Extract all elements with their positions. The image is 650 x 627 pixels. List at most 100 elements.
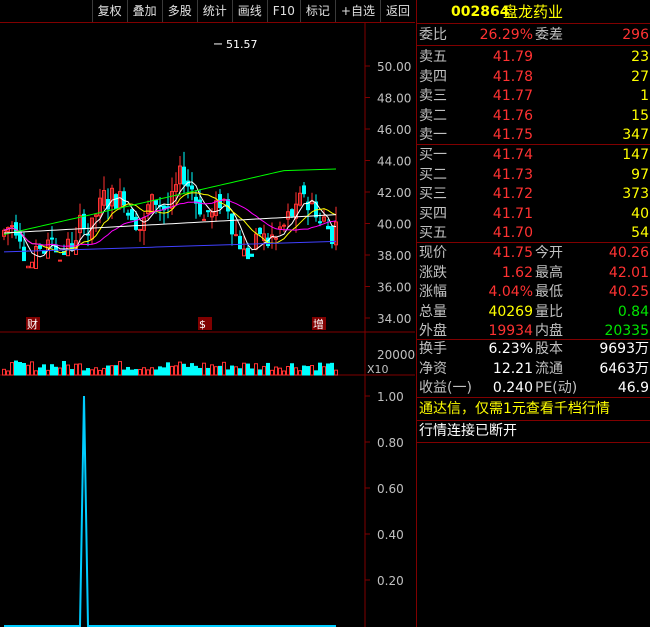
- buy-row: 买四 41.71 40: [417, 204, 650, 224]
- quote-label: 现价: [419, 245, 447, 261]
- sell-price: 41.75: [492, 127, 533, 143]
- candle-body: [230, 213, 234, 235]
- quote-row: 外盘 19934 内盘 20335: [417, 321, 650, 341]
- candle-body: [134, 216, 138, 230]
- candle-body: [126, 212, 130, 216]
- event-marker: 增: [313, 317, 324, 331]
- volume-bar: [106, 365, 110, 376]
- price-tick-label: 40.00: [377, 218, 411, 232]
- fundamental-label: 股本: [535, 341, 563, 357]
- quote-value: 42.01: [608, 264, 649, 281]
- sell-volume: 15: [631, 107, 649, 124]
- chart-area[interactable]: 50.00 48.00 46.00 44.00 42.00 40.00 38.00 36.00…: [0, 22, 415, 627]
- candle-body: [138, 228, 142, 231]
- kline-chart[interactable]: 50.00 48.00 46.00 44.00 42.00 40.00 38.00 36.00…: [0, 22, 415, 627]
- volume-bar: [298, 370, 302, 376]
- volume-tick-label: 20000: [377, 348, 415, 362]
- fundamental-value: 9693万: [599, 341, 649, 357]
- toolbar-button-1[interactable]: 叠加: [126, 0, 162, 22]
- volume-bar: [238, 368, 242, 376]
- candle-body: [258, 227, 262, 235]
- sell-price: 41.79: [492, 49, 533, 65]
- promo-notice[interactable]: 通达信，仅需1元查看千档行情: [419, 398, 610, 420]
- toolbar-button-2[interactable]: 多股: [161, 0, 197, 22]
- price-tick-label: 44.00: [377, 155, 411, 169]
- quote-label: 今开: [535, 245, 563, 261]
- fundamental-row: 收益(一) 0.240 PE(动) 46.9: [417, 378, 650, 398]
- volume-bar: [166, 362, 170, 376]
- sell-row: 卖四 41.78 27: [417, 67, 650, 87]
- volume-bar: [274, 366, 278, 376]
- buy-price: 41.71: [492, 205, 533, 222]
- sell-volume: 347: [622, 127, 649, 143]
- volume-bar: [82, 370, 86, 376]
- volume-bar: [314, 370, 318, 376]
- toolbar-button-0[interactable]: 复权: [91, 0, 127, 22]
- toolbar-button-5[interactable]: F10: [266, 0, 300, 22]
- volume-bar: [38, 367, 42, 376]
- quote-value: 41.75: [492, 245, 533, 261]
- volume-bar: [294, 367, 298, 376]
- volume-bar: [90, 369, 94, 376]
- toolbar-button-3[interactable]: 统计: [196, 0, 232, 22]
- quote-value: 40.26: [608, 245, 649, 261]
- volume-bar: [318, 362, 322, 376]
- buy-label: 买二: [419, 166, 447, 183]
- weibi-label: 委比: [419, 27, 447, 43]
- volume-bar: [54, 366, 58, 376]
- price-tick-label: 34.00: [377, 312, 411, 326]
- sell-row: 卖一 41.75 347: [417, 125, 650, 145]
- volume-bar: [186, 366, 190, 376]
- toolbar-button-8[interactable]: 返回: [379, 0, 415, 22]
- buy-price: 41.70: [492, 225, 533, 241]
- candle-body: [202, 218, 206, 221]
- buy-price: 41.72: [492, 186, 533, 202]
- candle-body: [182, 166, 186, 185]
- volume-bar: [258, 369, 262, 376]
- fundamental-row: 换手 6.23% 股本 9693万: [417, 339, 650, 359]
- toolbar-button-7[interactable]: +自选: [334, 0, 380, 22]
- fundamental-label: 净资: [419, 360, 447, 377]
- indicator-line: [4, 395, 336, 627]
- toolbar-button-4[interactable]: 画线: [231, 0, 267, 22]
- candle-body: [250, 253, 254, 257]
- volume-bar: [146, 369, 150, 376]
- buy-row: 买一 41.74 147: [417, 145, 650, 165]
- volume-bar: [86, 368, 90, 376]
- indicator-tick-label: 0.60: [377, 482, 404, 496]
- quote-row: 现价 41.75 今开 40.26: [417, 243, 650, 263]
- volume-bar: [218, 365, 222, 376]
- sell-label: 卖一: [419, 127, 447, 143]
- price-tick-label: 46.00: [377, 123, 411, 137]
- candle-body: [26, 265, 30, 269]
- indicator-tick-label: 0.80: [377, 436, 404, 450]
- volume-bar: [210, 364, 214, 376]
- buy-row: 买二 41.73 97: [417, 165, 650, 185]
- sell-label: 卖三: [419, 88, 447, 104]
- buy-label: 买三: [419, 186, 447, 202]
- weicha-label: 委差: [535, 27, 563, 43]
- volume-bar: [134, 369, 138, 376]
- fundamental-value: 0.240: [492, 380, 533, 396]
- fundamental-label: PE(动): [535, 380, 578, 396]
- volume-bar: [26, 364, 30, 376]
- volume-bar: [50, 364, 54, 376]
- toolbar-button-6[interactable]: 标记: [299, 0, 335, 22]
- candle-body: [130, 209, 134, 221]
- quote-value: 40269: [488, 303, 533, 320]
- indicator-tick-label: 0.40: [377, 528, 404, 542]
- quote-label: 最高: [535, 264, 563, 281]
- volume-bar: [130, 369, 134, 376]
- volume-bar: [226, 369, 230, 376]
- candle-body: [38, 245, 42, 249]
- volume-unit-label: X10: [367, 363, 389, 376]
- sell-label: 卖四: [419, 68, 447, 85]
- sell-row: 卖三 41.77 1: [417, 86, 650, 106]
- buy-volume: 40: [631, 205, 649, 222]
- volume-bar: [214, 366, 218, 376]
- candle-body: [114, 194, 118, 209]
- volume-bar: [326, 363, 330, 376]
- weibi-row: 委比 26.29% 委差 296: [417, 25, 650, 45]
- quote-label: 涨跌: [419, 264, 447, 281]
- chart-toolbar: 复权 叠加 多股 统计 画线 F10 标记 +自选 返回: [0, 0, 415, 23]
